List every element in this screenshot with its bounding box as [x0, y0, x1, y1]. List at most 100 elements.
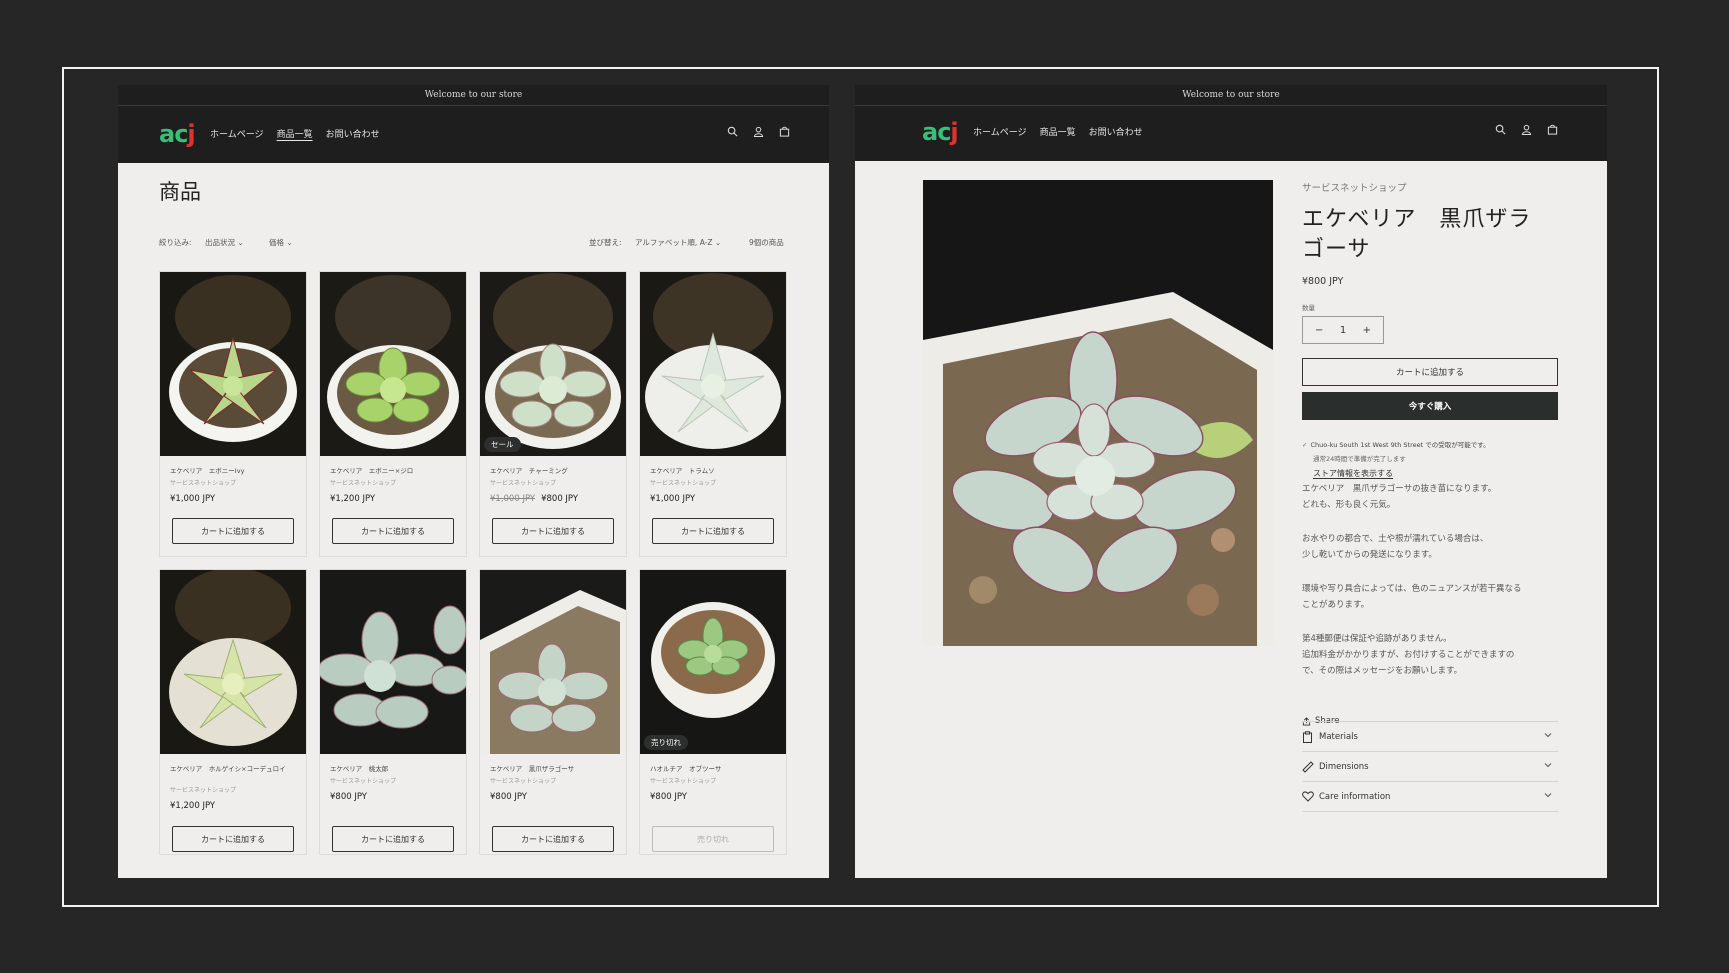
product-card[interactable]: エケベリア 黒爪ザラゴーサ サービスネットショップ ¥800 JPY カートに追…	[479, 569, 627, 855]
add-to-cart-button[interactable]: カートに追加する	[172, 518, 294, 544]
accordion-care[interactable]: Care information	[1302, 781, 1558, 811]
cart-icon[interactable]	[775, 122, 793, 140]
description-line: 少し乾いてからの発送になります。	[1302, 550, 1437, 560]
store-logo[interactable]: acj	[159, 120, 196, 148]
quantity-input[interactable]: 1	[1340, 325, 1346, 336]
product-name[interactable]: エケベリア エボニー×ジロ	[330, 467, 458, 476]
price: ¥1,200 JPY	[170, 801, 216, 811]
product-image[interactable]: セール	[480, 272, 626, 456]
product-card[interactable]: セール エケベリア チャーミング サービスネットショップ ¥1,000 JPY ¥…	[479, 271, 627, 557]
product-image[interactable]	[320, 570, 466, 754]
product-card[interactable]: エケベリア 桃太郎 サービスネットショップ ¥800 JPY カートに追加する	[319, 569, 467, 855]
product-image[interactable]	[640, 272, 786, 456]
product-price: ¥800 JPY	[1302, 276, 1344, 287]
nav-home[interactable]: ホームページ	[210, 127, 264, 140]
nav-catalog[interactable]: 商品一覧	[277, 127, 313, 140]
accordion-materials[interactable]: Materials	[1302, 721, 1558, 751]
accordion-label: Materials	[1319, 731, 1358, 742]
product-name[interactable]: エケベリア エボニーIvy	[170, 467, 298, 476]
accordion-dimensions[interactable]: Dimensions	[1302, 751, 1558, 781]
product-image[interactable]	[160, 272, 306, 456]
product-price: ¥1,000 JPY	[650, 494, 695, 504]
add-to-cart-button[interactable]: カートに追加する	[332, 826, 454, 852]
product-title: エケベリア 黒爪ザラゴーサ	[1302, 207, 1532, 262]
sold-out-badge: 売り切れ	[644, 735, 688, 750]
price: ¥1,200 JPY	[330, 494, 376, 504]
description-paragraph: エケベリア 黒爪ザラゴーサの抜き苗になります。 どれも、形も良く元気。	[1302, 481, 1496, 513]
ruler-icon	[1302, 760, 1314, 773]
product-card[interactable]: エケベリア トラムソ サービスネットショップ ¥1,000 JPY カートに追加…	[639, 271, 787, 557]
account-icon[interactable]	[749, 122, 767, 140]
announcement-bar: Welcome to our store	[1182, 90, 1280, 100]
cart-icon[interactable]	[1543, 120, 1561, 138]
filter-availability[interactable]: 出品状況 ⌄	[205, 237, 244, 248]
product-card[interactable]: エケベリア エボニー×ジロ サービスネットショップ ¥1,200 JPY カート…	[319, 271, 467, 557]
nav-contact[interactable]: お問い合わせ	[1089, 125, 1143, 138]
chevron-down-icon: ⌄	[286, 238, 293, 247]
product-count: 9個の商品	[749, 238, 784, 247]
product-card[interactable]: 売り切れ ハオルチア オブツーサ サービスネットショップ ¥800 JPY 売り…	[639, 569, 787, 855]
store-logo[interactable]: acj	[922, 118, 959, 146]
product-name[interactable]: エケベリア トラムソ	[650, 467, 778, 476]
heart-icon	[1302, 791, 1314, 803]
chevron-down-icon	[1544, 761, 1552, 771]
price: ¥800 JPY	[541, 494, 579, 504]
description-line: どれも、形も良く元気。	[1302, 500, 1396, 510]
product-name[interactable]: ハオルチア オブツーサ	[650, 765, 778, 774]
chevron-down-icon: ⌄	[714, 238, 722, 247]
nav-home[interactable]: ホームページ	[973, 125, 1027, 138]
product-name[interactable]: エケベリア 桃太郎	[330, 765, 458, 774]
compare-at-price: ¥1,000 JPY	[490, 494, 536, 504]
add-to-cart-button[interactable]: カートに追加する	[492, 518, 614, 544]
store-info-link[interactable]: ストア情報を表示する	[1313, 468, 1393, 479]
collection-content: 商品 絞り込み: 出品状況 ⌄ 価格 ⌄ 並び替え: アルファベット順, A-Z…	[118, 163, 829, 878]
sort-select[interactable]: アルファベット順, A-Z ⌄	[635, 237, 721, 248]
search-icon[interactable]	[1491, 120, 1509, 138]
product-card[interactable]: エケベリア エボニーIvy サービスネットショップ ¥1,000 JPY カート…	[159, 271, 307, 557]
chevron-down-icon: ⌄	[237, 238, 244, 247]
quantity-minus-button[interactable]: −	[1315, 325, 1323, 336]
buy-now-button[interactable]: 今すぐ購入	[1302, 392, 1558, 420]
description-line: で、その際はメッセージをお願いします。	[1302, 666, 1463, 676]
pickup-time: 通常24時間で準備が完了します	[1313, 455, 1406, 463]
product-vendor: サービスネットショップ	[330, 778, 397, 785]
product-price: ¥1,200 JPY	[330, 494, 375, 504]
product-image[interactable]	[480, 570, 626, 754]
product-image[interactable]	[160, 570, 306, 754]
account-icon[interactable]	[1517, 120, 1535, 138]
chevron-down-icon	[1544, 791, 1552, 801]
product-vendor: サービスネットショップ	[170, 787, 237, 794]
quantity-plus-button[interactable]: +	[1363, 325, 1371, 336]
price: ¥1,000 JPY	[650, 494, 696, 504]
product-main-image[interactable]	[923, 180, 1273, 646]
product-card[interactable]: エケベリア ホルゲイシ×コーデュロイ サービスネットショップ ¥1,200 JP…	[159, 569, 307, 855]
add-to-cart-button[interactable]: カートに追加する	[332, 518, 454, 544]
filter-price[interactable]: 価格 ⌄	[269, 237, 293, 248]
description-line: 第4種郵便は保証や追跡がありません。	[1302, 634, 1452, 644]
nav-catalog[interactable]: 商品一覧	[1040, 125, 1076, 138]
product-name[interactable]: エケベリア ホルゲイシ×コーデュロイ	[170, 765, 298, 774]
add-to-cart-button[interactable]: カートに追加する	[172, 826, 294, 852]
add-to-cart-button[interactable]: カートに追加する	[492, 826, 614, 852]
search-icon[interactable]	[723, 122, 741, 140]
filter-price-label: 価格	[269, 238, 284, 247]
filter-label: 絞り込み:	[159, 238, 192, 247]
product-price: ¥1,000 JPY ¥800 JPY	[490, 494, 578, 504]
product-price: ¥1,200 JPY	[170, 801, 215, 811]
product-name[interactable]: エケベリア チャーミング	[490, 467, 618, 476]
description-line: お水やりの都合で、土や根が濡れている場合は、	[1302, 534, 1489, 544]
add-to-cart-button[interactable]: カートに追加する	[652, 518, 774, 544]
price: ¥800 JPY	[330, 792, 367, 802]
product-vendor: サービスネットショップ	[650, 480, 717, 487]
product-name[interactable]: エケベリア 黒爪ザラゴーサ	[490, 765, 618, 774]
checkmark-icon: ✓	[1302, 441, 1308, 449]
product-vendor: サービスネットショップ	[330, 480, 397, 487]
product-image[interactable]: 売り切れ	[640, 570, 786, 754]
nav-contact[interactable]: お問い合わせ	[326, 127, 380, 140]
description-paragraph: 第4種郵便は保証や追跡がありません。 追加料金がかかりますが、お付けすることがで…	[1302, 631, 1514, 679]
quantity-stepper: − 1 +	[1302, 316, 1384, 344]
product-image[interactable]	[320, 272, 466, 456]
add-to-cart-button[interactable]: カートに追加する	[1302, 358, 1558, 386]
description-line: 追加料金がかかりますが、お付けすることができますの	[1302, 650, 1515, 660]
header-icons	[723, 122, 793, 140]
